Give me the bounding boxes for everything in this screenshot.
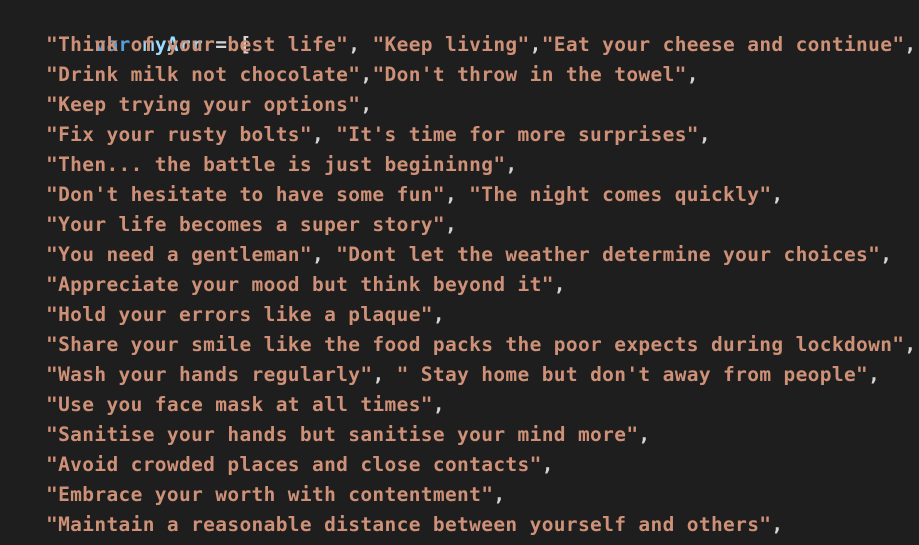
string-literal: "Then... the battle is just begininng" [46,153,506,176]
punctuation: , [880,243,893,266]
string-literal: "Share your smile like the food packs th… [46,333,905,356]
string-literal: "Wash your hands regularly" [46,363,373,386]
punctuation: , [360,63,373,86]
punctuation: , [686,63,699,86]
punctuation: , [348,33,373,56]
punctuation: , [311,243,337,266]
punctuation: , [868,363,881,386]
punctuation: , [771,183,784,206]
string-literal: "Drink milk not chocolate" [46,63,361,86]
string-literal: "Your life becomes a super story" [46,213,445,236]
punctuation: , [771,513,784,536]
string-literal: "Don't hesitate to have some fun" [46,183,445,206]
code-line[interactable]: "Maintain a reasonable distance between … [0,510,784,540]
string-literal: "Keep living" [372,33,530,56]
punctuation: , [698,123,711,146]
punctuation: , [529,33,542,56]
code-line-declaration[interactable]: var myArr = [ [0,0,252,56]
code-line[interactable]: "Hold your errors like a plaque", [0,300,445,330]
code-line[interactable]: "Wash your hands regularly", " Stay home… [0,360,880,390]
string-literal: "Fix your rusty bolts" [46,123,312,146]
code-line[interactable]: "Share your smile like the food packs th… [0,330,916,360]
punctuation: , [904,33,917,56]
punctuation: , [904,333,917,356]
punctuation: , [372,363,397,386]
string-literal: "Keep trying your options" [46,93,361,116]
string-literal: "Hold your errors like a plaque" [46,303,433,326]
string-literal: "Think of your best life" [46,33,349,56]
code-line[interactable]: "You need a gentleman", "Dont let the we… [0,240,892,270]
string-literal: "Appreciate your mood but think beyond i… [46,273,554,296]
code-line[interactable]: "Appreciate your mood but think beyond i… [0,270,566,300]
string-literal: "Sanitise your hands but sanitise your m… [46,423,639,446]
string-literal: " Stay home but don't away from people" [396,363,869,386]
string-literal: "Avoid crowded places and close contacts… [46,453,542,476]
punctuation: , [493,483,506,506]
punctuation: , [638,423,651,446]
punctuation: , [432,303,445,326]
punctuation: , [432,393,445,416]
string-literal: "Don't throw in the towel" [372,63,687,86]
punctuation: , [505,153,518,176]
code-line[interactable]: "Sanitise your hands but sanitise your m… [0,420,651,450]
punctuation: , [553,273,566,296]
string-literal: "Dont let the weather determine your cho… [336,243,881,266]
string-literal: "Use you face mask at all times" [46,393,433,416]
code-line[interactable]: "Embrace your worth with contentment", [0,480,505,510]
code-line[interactable]: "Fix your rusty bolts", "It's time for m… [0,120,711,150]
code-line[interactable]: "Keep trying your options", [0,90,372,120]
string-literal: "It's time for more surprises" [336,123,699,146]
punctuation: , [444,213,458,236]
code-line[interactable]: "Use you face mask at all times", [0,390,445,420]
string-literal: "You need a gentleman" [46,243,312,266]
string-literal: "The night comes quickly" [469,183,772,206]
code-line[interactable]: "Think of your best life", "Keep living"… [0,30,917,60]
punctuation: , [360,93,373,116]
punctuation: , [444,183,470,206]
string-literal: "Maintain a reasonable distance between … [46,513,772,536]
code-line[interactable]: "Drink milk not chocolate","Don't throw … [0,60,699,90]
code-line[interactable]: "Don't hesitate to have some fun", "The … [0,180,784,210]
code-line[interactable]: "Your life becomes a super story", [0,210,457,240]
punctuation: , [311,123,337,146]
code-line[interactable]: "Then... the battle is just begininng", [0,150,518,180]
code-line[interactable]: "Avoid crowded places and close contacts… [0,450,554,480]
code-editor[interactable]: var myArr = [ "Think of your best life",… [0,0,919,545]
string-literal: "Embrace your worth with contentment" [46,483,494,506]
string-literal: "Eat your cheese and continue" [541,33,905,56]
punctuation: , [541,453,554,476]
